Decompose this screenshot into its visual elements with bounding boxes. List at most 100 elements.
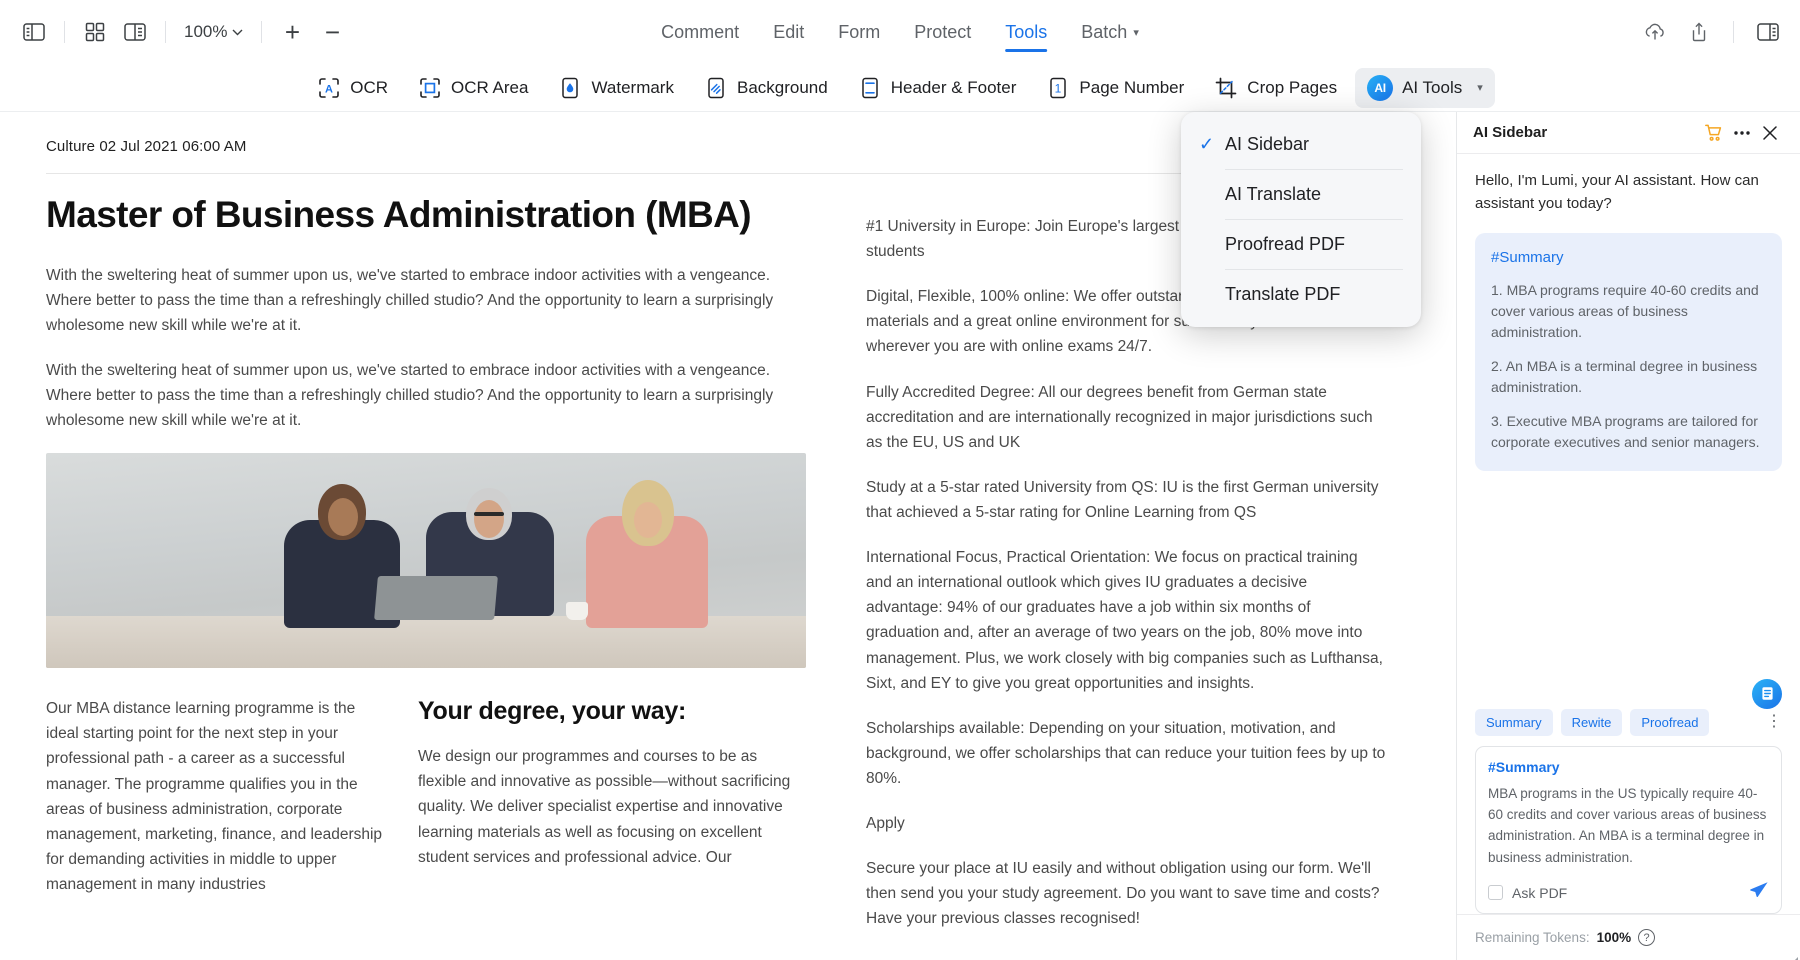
tool-ocr-area[interactable]: OCR Area bbox=[406, 69, 540, 107]
tool-page-number-label: Page Number bbox=[1079, 77, 1185, 97]
chips-more-icon[interactable]: ⋮ bbox=[1766, 714, 1782, 730]
divider bbox=[165, 21, 166, 43]
zoom-out-label: − bbox=[324, 17, 341, 47]
ai-prompt-box[interactable]: #Summary MBA programs in the US typicall… bbox=[1475, 745, 1782, 914]
ai-response-item: 2. An MBA is a terminal degree in busine… bbox=[1491, 358, 1758, 395]
sidebar-toggle-icon[interactable] bbox=[14, 12, 54, 52]
tab-batch-label: Batch bbox=[1081, 21, 1128, 42]
send-icon[interactable] bbox=[1749, 880, 1769, 905]
document-paragraph: International Focus, Practical Orientati… bbox=[866, 549, 1383, 692]
ai-token-status: Remaining Tokens: 100% ? bbox=[1457, 914, 1800, 960]
right-panel-toggle-icon[interactable] bbox=[1748, 12, 1788, 52]
ai-composer-area: Summary Rewite Proofread ⋮ #Summary MBA … bbox=[1457, 708, 1800, 914]
tool-crop-pages-label: Crop Pages bbox=[1247, 77, 1338, 97]
ai-greeting-message: Hello, I'm Lumi, your AI assistant. How … bbox=[1475, 172, 1759, 212]
ocr-icon: A bbox=[317, 76, 341, 100]
tab-comment[interactable]: Comment bbox=[661, 0, 739, 64]
menu-item-ai-translate[interactable]: AI Translate bbox=[1181, 170, 1421, 219]
chip-summary[interactable]: Summary bbox=[1475, 708, 1553, 736]
menu-item-ai-sidebar-label: AI Sidebar bbox=[1225, 134, 1310, 154]
header-footer-icon bbox=[858, 76, 882, 100]
token-value: 100% bbox=[1596, 930, 1632, 945]
chevron-down-icon: ▾ bbox=[1133, 26, 1139, 39]
ask-pdf-label: Ask PDF bbox=[1512, 884, 1568, 901]
divider bbox=[261, 21, 263, 43]
image-person-face bbox=[328, 498, 358, 537]
ai-quick-action-chips: Summary Rewite Proofread ⋮ bbox=[1475, 708, 1782, 736]
grid-view-icon[interactable] bbox=[75, 12, 115, 52]
tool-header-footer-label: Header & Footer bbox=[890, 77, 1017, 97]
document-paragraph: We design our programmes and courses to … bbox=[418, 748, 791, 866]
chip-proofread[interactable]: Proofread bbox=[1630, 708, 1710, 736]
ai-prompt-controls: Ask PDF bbox=[1488, 880, 1769, 905]
top-toolbar: 100% + − Comment Edit Form Protect Tools… bbox=[0, 0, 1800, 64]
share-icon[interactable] bbox=[1679, 12, 1719, 52]
more-options-icon[interactable] bbox=[1728, 119, 1756, 147]
tool-background-label: Background bbox=[736, 77, 828, 97]
tab-protect[interactable]: Protect bbox=[914, 0, 971, 64]
tab-edit[interactable]: Edit bbox=[773, 0, 804, 64]
image-person-glasses bbox=[474, 512, 504, 517]
menu-item-proofread-pdf-label: Proofread PDF bbox=[1225, 234, 1346, 254]
toolbar-tabs: Comment Edit Form Protect Tools Batch ▾ bbox=[661, 0, 1139, 64]
ai-response-item: 1. MBA programs require 40-60 credits an… bbox=[1491, 282, 1759, 340]
chevron-down-icon bbox=[232, 29, 243, 35]
chip-rewite[interactable]: Rewite bbox=[1560, 708, 1623, 736]
zoom-in-button[interactable]: + bbox=[272, 12, 312, 52]
tab-edit-label: Edit bbox=[773, 21, 805, 42]
menu-item-ai-translate-label: AI Translate bbox=[1225, 184, 1322, 204]
ocr-area-icon bbox=[418, 76, 442, 100]
page-number-icon: 1 bbox=[1046, 76, 1070, 100]
menu-item-translate-pdf[interactable]: Translate PDF bbox=[1181, 270, 1421, 319]
document-subcolumn-left: Our MBA distance learning programme is t… bbox=[46, 696, 386, 917]
tab-form[interactable]: Form bbox=[838, 0, 880, 64]
tool-background[interactable]: Background bbox=[692, 69, 840, 107]
help-icon[interactable]: ? bbox=[1638, 929, 1656, 946]
document-subcolumn-right: Your degree, your way: We design our pro… bbox=[418, 696, 806, 917]
tool-crop-pages[interactable]: Crop Pages bbox=[1202, 69, 1349, 107]
tool-watermark[interactable]: Watermark bbox=[546, 69, 686, 107]
document-paragraph: Secure your place at IU easily and witho… bbox=[866, 860, 1380, 928]
ai-sidebar-panel: AI Sidebar Hello, I'm Lumi, your AI assi… bbox=[1456, 112, 1800, 960]
resize-handle[interactable] bbox=[1788, 948, 1798, 960]
tool-ai-tools[interactable]: AI AI Tools ▾ bbox=[1355, 67, 1495, 108]
tool-ocr[interactable]: A OCR bbox=[305, 69, 400, 107]
page-thumbnail-icon[interactable] bbox=[115, 12, 155, 52]
app-window: 100% + − Comment Edit Form Protect Tools… bbox=[0, 0, 1800, 960]
tool-ocr-area-label: OCR Area bbox=[451, 77, 529, 97]
svg-text:1: 1 bbox=[1055, 81, 1062, 95]
close-icon[interactable] bbox=[1756, 119, 1784, 147]
tool-header-footer[interactable]: Header & Footer bbox=[846, 69, 1029, 107]
tool-ocr-label: OCR bbox=[350, 77, 388, 97]
background-icon bbox=[704, 76, 728, 100]
ai-prompt-text: MBA programs in the US typically require… bbox=[1488, 785, 1767, 865]
document-paragraph: Apply bbox=[866, 815, 905, 833]
watermark-icon bbox=[558, 76, 582, 100]
zoom-in-label: + bbox=[284, 17, 301, 47]
menu-item-ai-sidebar[interactable]: ✓ AI Sidebar bbox=[1181, 120, 1421, 169]
ai-tools-dropdown-menu: ✓ AI Sidebar AI Translate Proofread PDF … bbox=[1181, 112, 1421, 327]
menu-item-proofread-pdf[interactable]: Proofread PDF bbox=[1181, 220, 1421, 269]
section-heading: Your degree, your way: bbox=[418, 697, 687, 726]
ai-response-bubble: #Summary 1. MBA programs require 40-60 c… bbox=[1475, 233, 1782, 471]
tool-page-number[interactable]: 1 Page Number bbox=[1034, 69, 1196, 107]
cart-icon[interactable] bbox=[1700, 119, 1728, 147]
zoom-level-dropdown[interactable]: 100% bbox=[176, 18, 251, 46]
document-ai-icon[interactable] bbox=[1752, 678, 1782, 709]
document-paragraph: With the sweltering heat of summer upon … bbox=[46, 361, 774, 430]
crop-pages-icon bbox=[1214, 76, 1238, 100]
document-paragraph: Scholarships available: Depending on you… bbox=[866, 719, 1386, 787]
tab-form-label: Form bbox=[838, 21, 881, 42]
tab-tools-label: Tools bbox=[1005, 21, 1048, 42]
ask-pdf-checkbox[interactable] bbox=[1488, 885, 1503, 900]
zoom-level-value: 100% bbox=[184, 22, 228, 41]
tab-tools[interactable]: Tools bbox=[1005, 0, 1048, 64]
document-paragraph: Fully Accredited Degree: All our degrees… bbox=[866, 383, 1373, 451]
tab-batch[interactable]: Batch ▾ bbox=[1081, 0, 1139, 64]
zoom-out-button[interactable]: − bbox=[312, 12, 352, 52]
tool-watermark-label: Watermark bbox=[591, 77, 674, 97]
menu-item-translate-pdf-label: Translate PDF bbox=[1225, 284, 1341, 304]
cloud-upload-icon[interactable] bbox=[1635, 12, 1675, 52]
chevron-down-icon: ▾ bbox=[1477, 82, 1483, 94]
check-icon: ✓ bbox=[1199, 134, 1215, 154]
